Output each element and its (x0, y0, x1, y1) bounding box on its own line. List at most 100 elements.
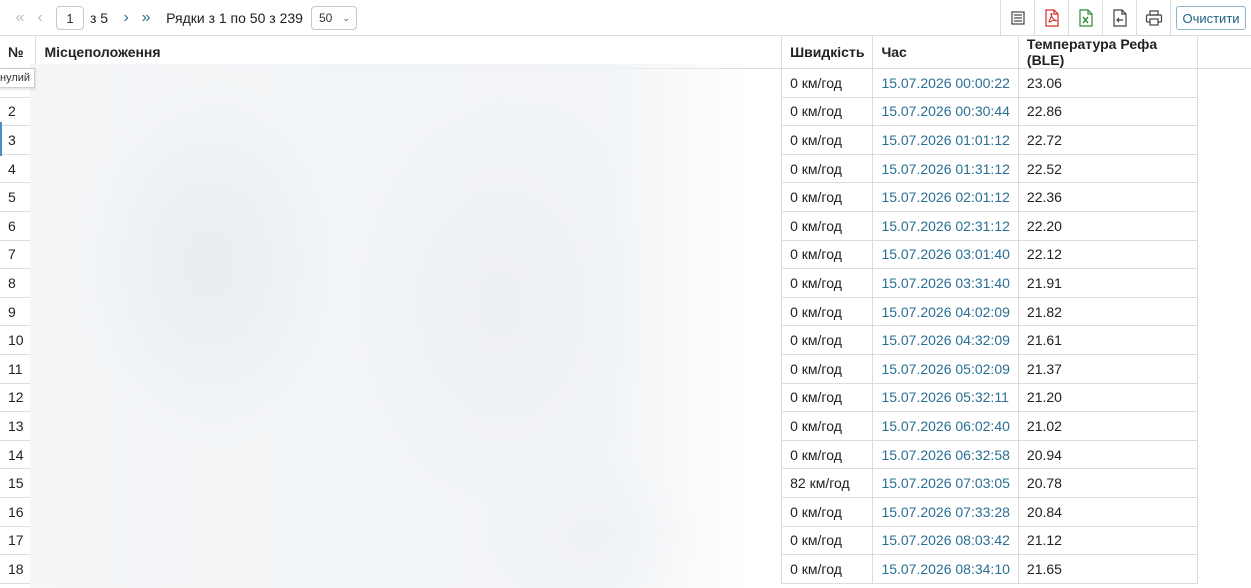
table-row[interactable]: 16 0 км/год 15.07.2026 07:33:28 20.84 (0, 497, 1251, 527)
cell-location[interactable] (35, 468, 783, 498)
cell-speed[interactable]: 0 км/год (781, 97, 874, 127)
table-row[interactable]: 13 0 км/год 15.07.2026 06:02:40 21.02 (0, 411, 1251, 441)
cell-location[interactable] (35, 68, 783, 98)
clear-button[interactable]: Очистити (1176, 6, 1246, 30)
cell-number[interactable]: 12 (0, 383, 37, 413)
cell-speed[interactable]: 82 км/год (781, 468, 874, 498)
table-row[interactable]: 2 0 км/год 15.07.2026 00:30:44 22.86 (0, 97, 1251, 127)
cell-location[interactable] (35, 97, 783, 126)
cell-location[interactable] (35, 125, 783, 155)
cell-time[interactable]: 15.07.2026 05:02:09 (872, 354, 1019, 384)
cell-location[interactable] (35, 554, 783, 584)
table-row[interactable]: 12 0 км/год 15.07.2026 05:32:11 21.20 (0, 383, 1251, 413)
table-row[interactable]: 3 0 км/год 15.07.2026 01:01:12 22.72 (0, 125, 1251, 155)
export-pdf-button[interactable] (1034, 0, 1068, 36)
table-row[interactable]: 10 км/год15.07.2026 00:00:2223.06 (0, 68, 1251, 98)
cell-time[interactable]: 15.07.2026 06:02:40 (872, 411, 1019, 441)
cell-speed[interactable]: 0 км/год (781, 68, 874, 98)
cell-speed[interactable]: 0 км/год (781, 125, 874, 155)
cell-location[interactable] (35, 354, 783, 384)
cell-number[interactable]: 14 (0, 440, 37, 470)
cell-number[interactable]: 6 (0, 211, 37, 241)
table-row[interactable]: 18 0 км/год 15.07.2026 08:34:10 21.65 (0, 554, 1251, 584)
cell-number[interactable]: 4 (0, 154, 37, 184)
cell-time[interactable]: 15.07.2026 07:33:28 (872, 497, 1019, 527)
cell-time[interactable]: 15.07.2026 00:00:22 (872, 68, 1019, 98)
cell-number[interactable]: 5 (0, 182, 37, 212)
cell-speed[interactable]: 0 км/год (781, 554, 874, 584)
cell-location[interactable] (35, 211, 783, 241)
cell-temperature[interactable]: 22.86 (1018, 97, 1198, 127)
cell-time[interactable]: 15.07.2026 08:03:42 (872, 526, 1019, 556)
column-header-temperature[interactable]: Температура Рефа (BLE) (1018, 36, 1198, 69)
cell-number[interactable]: 9 (0, 297, 37, 327)
cell-speed[interactable]: 0 км/год (781, 297, 874, 327)
cell-temperature[interactable]: 22.52 (1018, 154, 1198, 184)
cell-speed[interactable]: 0 км/год (781, 440, 874, 470)
cell-speed[interactable]: 0 км/год (781, 325, 874, 355)
chevron-left-icon[interactable]: ‹ (30, 5, 50, 31)
cell-temperature[interactable]: 20.94 (1018, 440, 1198, 470)
cell-temperature[interactable]: 21.65 (1018, 554, 1198, 584)
table-row[interactable]: 5 0 км/год 15.07.2026 02:01:12 22.36 (0, 182, 1251, 212)
chevron-right-icon[interactable]: › (116, 5, 136, 31)
column-header-speed[interactable]: Швидкість (781, 36, 874, 69)
cell-speed[interactable]: 0 км/год (781, 411, 874, 441)
table-row[interactable]: 17 0 км/год 15.07.2026 08:03:42 21.12 (0, 526, 1251, 556)
cell-temperature[interactable]: 21.91 (1018, 268, 1198, 298)
cell-speed[interactable]: 0 км/год (781, 354, 874, 384)
cell-time[interactable]: 15.07.2026 07:03:05 (872, 468, 1019, 498)
column-header-number[interactable]: № (0, 36, 37, 69)
cell-location[interactable] (35, 383, 783, 412)
double-chevron-right-icon[interactable]: » (136, 5, 156, 31)
cell-temperature[interactable]: 22.20 (1018, 211, 1198, 241)
table-row[interactable]: 9 0 км/год 15.07.2026 04:02:09 21.82 (0, 297, 1251, 327)
cell-location[interactable] (35, 268, 783, 298)
cell-speed[interactable]: 0 км/год (781, 154, 874, 184)
column-header-location[interactable]: Місцеположення (35, 36, 783, 69)
cell-number[interactable]: 8 (0, 268, 37, 298)
cell-time[interactable]: 15.07.2026 03:31:40 (872, 268, 1019, 298)
cell-speed[interactable]: 0 км/год (781, 240, 874, 270)
cell-location[interactable] (35, 526, 783, 555)
cell-time[interactable]: 15.07.2026 08:34:10 (872, 554, 1019, 584)
cell-location[interactable] (35, 182, 783, 212)
cell-number[interactable]: 17 (0, 526, 37, 556)
export-excel-button[interactable] (1068, 0, 1102, 36)
cell-speed[interactable]: 0 км/год (781, 497, 874, 527)
cell-number[interactable]: 13 (0, 411, 37, 441)
table-row[interactable]: 7 0 км/год 15.07.2026 03:01:40 22.12 (0, 240, 1251, 270)
cell-number[interactable]: 10 (0, 325, 37, 355)
cell-time[interactable]: 15.07.2026 01:31:12 (872, 154, 1019, 184)
cell-time[interactable]: 15.07.2026 04:02:09 (872, 297, 1019, 327)
cell-time[interactable]: 15.07.2026 04:32:09 (872, 325, 1019, 355)
cell-location[interactable] (35, 297, 783, 326)
table-row[interactable]: 8 0 км/год 15.07.2026 03:31:40 21.91 (0, 268, 1251, 298)
cell-number[interactable]: 3 (0, 125, 37, 155)
cell-number[interactable]: 2 (0, 97, 37, 127)
cell-temperature[interactable]: 21.20 (1018, 383, 1198, 413)
cell-temperature[interactable]: 20.84 (1018, 497, 1198, 527)
cell-time[interactable]: 15.07.2026 00:30:44 (872, 97, 1019, 127)
table-row[interactable]: 15 82 км/год 15.07.2026 07:03:05 20.78 (0, 468, 1251, 498)
table-row[interactable]: 6 0 км/год 15.07.2026 02:31:12 22.20 (0, 211, 1251, 241)
cell-location[interactable] (35, 240, 783, 269)
cell-speed[interactable]: 0 км/год (781, 383, 874, 413)
cell-temperature[interactable]: 21.61 (1018, 325, 1198, 355)
cell-temperature[interactable]: 20.78 (1018, 468, 1198, 498)
cell-number[interactable]: 16 (0, 497, 37, 527)
cell-number[interactable]: 11 (0, 354, 37, 384)
cell-location[interactable] (35, 325, 783, 355)
cell-location[interactable] (35, 411, 783, 441)
cell-speed[interactable]: 0 км/год (781, 182, 874, 212)
cell-speed[interactable]: 0 км/год (781, 526, 874, 556)
table-row[interactable]: 11 0 км/год 15.07.2026 05:02:09 21.37 (0, 354, 1251, 384)
page-number-input[interactable] (56, 6, 84, 30)
cell-temperature[interactable]: 21.37 (1018, 354, 1198, 384)
cell-number[interactable]: 18 (0, 554, 37, 584)
column-header-time[interactable]: Час (872, 36, 1019, 69)
cell-temperature[interactable]: 22.12 (1018, 240, 1198, 270)
cell-time[interactable]: 15.07.2026 01:01:12 (872, 125, 1019, 155)
table-row[interactable]: 10 0 км/год 15.07.2026 04:32:09 21.61 (0, 325, 1251, 355)
import-button[interactable] (1102, 0, 1136, 36)
